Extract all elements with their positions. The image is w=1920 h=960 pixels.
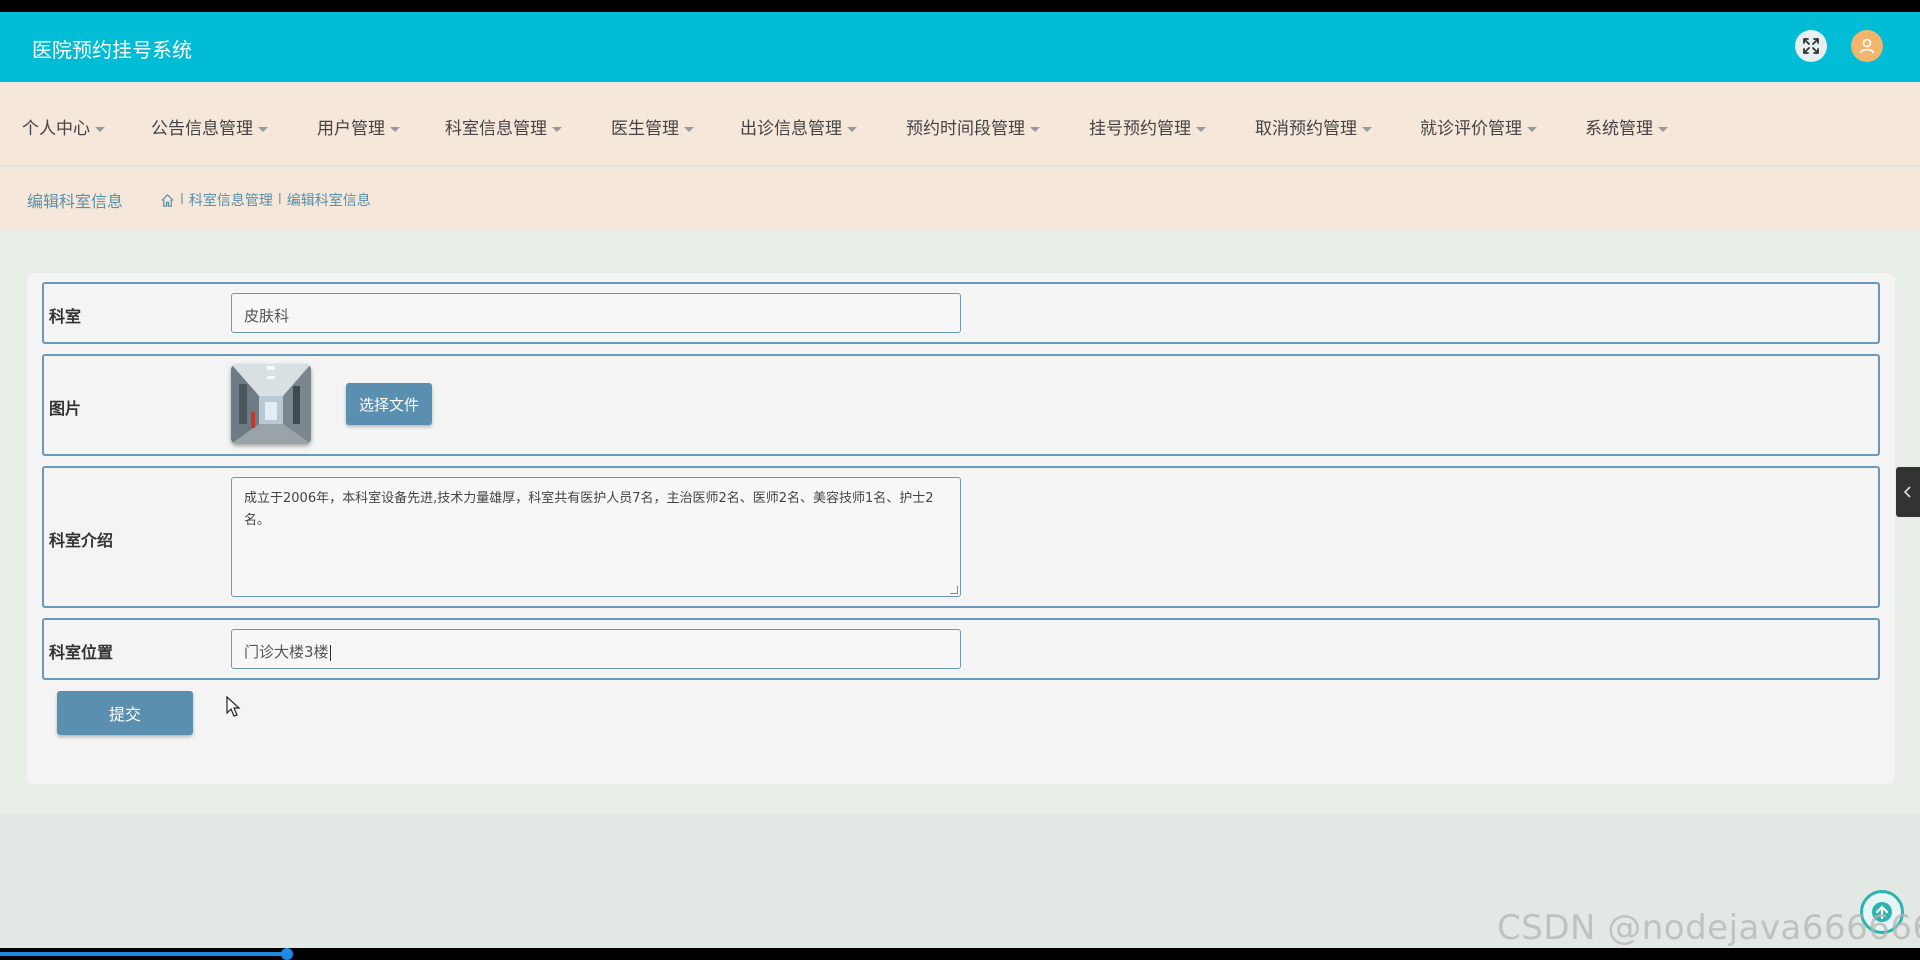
intro-text: 成立于2006年，本科室设备先进,技术力量雄厚，科室共有医护人员7名，主治医师2… <box>244 491 934 528</box>
chevron-down-icon <box>684 126 694 132</box>
video-progress-bar[interactable] <box>0 952 288 956</box>
form-row-location: 科室位置 门诊大楼3楼 <box>42 618 1880 680</box>
nav-item-cancellations[interactable]: 取消预约管理 <box>1255 114 1372 139</box>
form-row-intro: 科室介绍 成立于2006年，本科室设备先进,技术力量雄厚，科室共有医护人员7名，… <box>42 466 1880 608</box>
breadcrumb-separator: l <box>277 192 282 208</box>
chevron-down-icon <box>95 126 105 132</box>
chevron-down-icon <box>1527 126 1537 132</box>
home-icon[interactable] <box>160 193 175 208</box>
resize-handle-icon[interactable] <box>950 586 958 594</box>
breadcrumb-current: 编辑科室信息 <box>286 193 371 209</box>
user-icon <box>1859 38 1875 54</box>
nav-item-time-slots[interactable]: 预约时间段管理 <box>906 114 1040 139</box>
nav-item-appointments[interactable]: 挂号预约管理 <box>1089 114 1206 139</box>
video-progress-knob[interactable] <box>281 948 293 960</box>
chevron-down-icon <box>552 126 562 132</box>
nav-item-departments[interactable]: 科室信息管理 <box>445 114 562 139</box>
chevron-down-icon <box>1362 126 1372 132</box>
fullscreen-icon <box>1803 38 1819 54</box>
user-avatar-button[interactable] <box>1851 30 1883 62</box>
chevron-down-icon <box>1658 126 1668 132</box>
intro-label: 科室介绍 <box>49 531 114 550</box>
intro-textarea[interactable]: 成立于2006年，本科室设备先进,技术力量雄厚，科室共有医护人员7名，主治医师2… <box>231 477 961 597</box>
breadcrumb-bar: 编辑科室信息 l 科室信息管理 l 编辑科室信息 <box>0 167 1920 229</box>
breadcrumb-separator: l <box>180 192 184 208</box>
app-title: 医院预约挂号系统 <box>32 38 192 62</box>
chevron-down-icon <box>847 126 857 132</box>
page: 医院预约挂号系统 个人中心 公告信息管理 用户管理 科室信息管理 医生管理 出诊… <box>0 12 1920 948</box>
nav-item-clinic-schedule[interactable]: 出诊信息管理 <box>740 114 857 139</box>
nav-item-reviews[interactable]: 就诊评价管理 <box>1420 114 1537 139</box>
fullscreen-button[interactable] <box>1795 30 1827 62</box>
nav-item-announcement[interactable]: 公告信息管理 <box>151 114 268 139</box>
chevron-down-icon <box>1030 126 1040 132</box>
main-nav: 个人中心 公告信息管理 用户管理 科室信息管理 医生管理 出诊信息管理 预约时间… <box>0 82 1920 166</box>
chevron-down-icon <box>1196 126 1206 132</box>
choose-file-button[interactable]: 选择文件 <box>346 383 432 425</box>
watermark: CSDN @nodejava666666 <box>1497 908 1920 948</box>
chevron-left-icon <box>1903 486 1911 498</box>
nav-item-system[interactable]: 系统管理 <box>1585 114 1668 139</box>
nav-item-personal-center[interactable]: 个人中心 <box>22 114 105 139</box>
form-row-department: 科室 皮肤科 <box>42 282 1880 344</box>
side-panel-toggle[interactable] <box>1896 467 1920 517</box>
chevron-down-icon <box>258 126 268 132</box>
image-label: 图片 <box>49 399 82 418</box>
top-header: 医院预约挂号系统 <box>0 12 1920 82</box>
video-frame-top <box>0 0 1920 12</box>
nav-item-doctors[interactable]: 医生管理 <box>611 114 694 139</box>
page-title: 编辑科室信息 <box>27 192 124 211</box>
mouse-pointer-icon <box>226 696 241 717</box>
department-image <box>231 364 311 444</box>
location-input[interactable]: 门诊大楼3楼 <box>231 629 961 669</box>
department-input[interactable]: 皮肤科 <box>231 293 961 333</box>
location-label: 科室位置 <box>49 643 114 662</box>
text-cursor <box>329 644 331 661</box>
department-label: 科室 <box>49 307 82 326</box>
form-row-image: 图片 选择文件 <box>42 354 1880 456</box>
nav-item-users[interactable]: 用户管理 <box>317 114 400 139</box>
submit-button[interactable]: 提交 <box>57 691 193 735</box>
breadcrumb-link-departments[interactable]: 科室信息管理 <box>189 190 273 210</box>
breadcrumb: l 科室信息管理 l 编辑科室信息 <box>160 190 371 210</box>
chevron-down-icon <box>390 126 400 132</box>
